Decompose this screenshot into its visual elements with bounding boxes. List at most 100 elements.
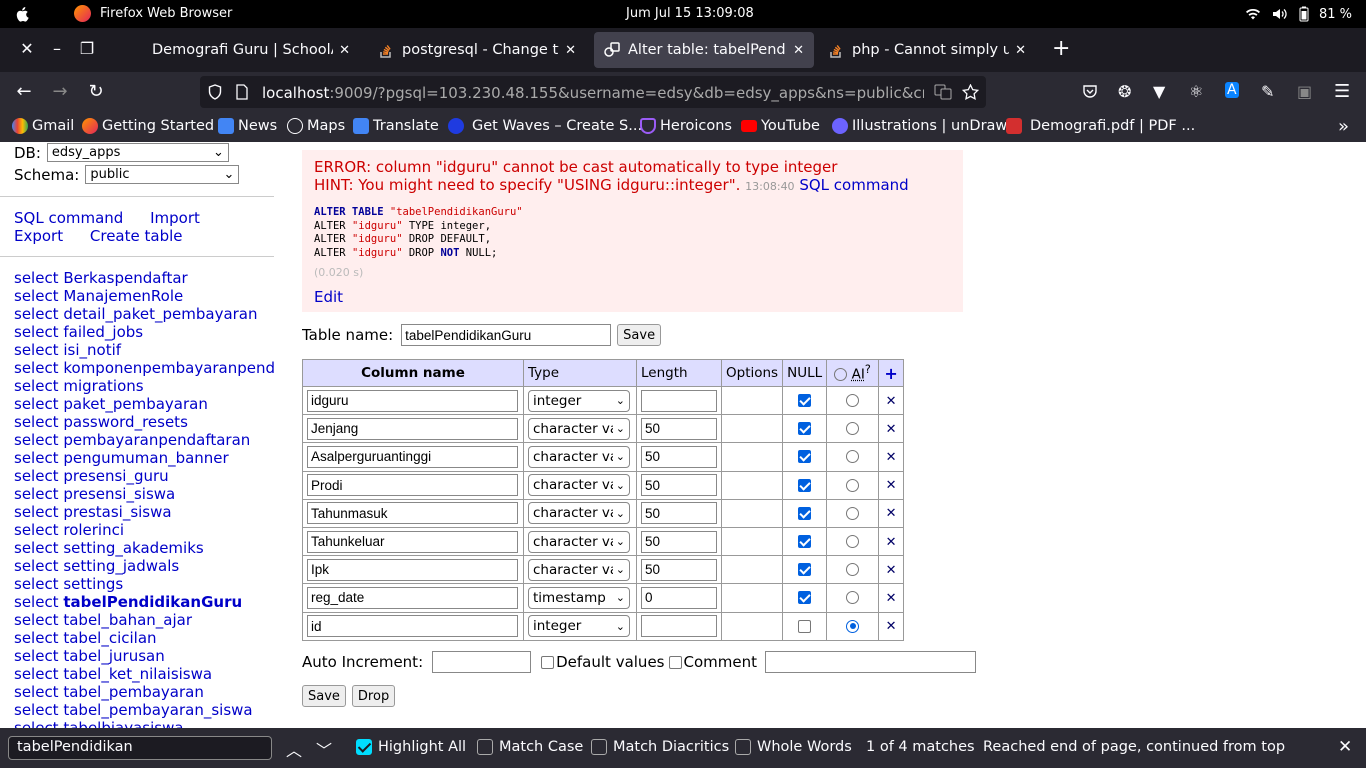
menu-icon[interactable]: ☰ [1334,81,1350,102]
translate-extension-icon[interactable]: A [1225,82,1239,98]
auto-increment-radio[interactable] [846,450,860,464]
type-select[interactable]: character var⌄ [528,558,630,581]
table-link[interactable]: ManajemenRole [63,287,183,305]
address-bar[interactable]: localhost:9009/?pgsql=103.230.48.155&use… [200,76,986,108]
edit-link[interactable]: Edit [314,288,343,306]
table-link[interactable]: Berkaspendaftar [63,269,187,287]
length-input[interactable] [641,502,717,525]
column-name-input[interactable] [307,530,518,553]
bookmark-gmail[interactable]: Gmail [12,118,74,134]
clock[interactable]: Jum Jul 15 13:09:08 [626,6,754,21]
select-link[interactable]: select [14,593,59,611]
comment-checkbox[interactable] [668,655,682,669]
whole-words-option[interactable]: Whole Words [735,739,852,755]
table-link[interactable]: presensi_siswa [63,485,175,503]
remove-column-icon[interactable]: ✕ [884,620,898,634]
table-link[interactable]: setting_jadwals [63,557,179,575]
sql-command-link[interactable]: SQL command [14,209,123,227]
add-column-icon[interactable]: + [884,364,897,383]
type-select[interactable]: integer ⌄ [528,615,630,638]
table-link[interactable]: paket_pembayaran [63,395,208,413]
shield-icon[interactable] [208,84,222,100]
save-button[interactable]: Save [302,685,346,707]
column-name-input[interactable] [307,502,518,525]
select-link[interactable]: select [14,359,59,377]
table-link[interactable]: tabelbiayasiswa [63,719,183,728]
table-link[interactable]: isi_notif [63,341,121,359]
match-diacritics-option[interactable]: Match Diacritics [591,739,729,755]
type-select[interactable]: character var⌄ [528,417,630,440]
disabled-extension-icon[interactable]: ▣ [1297,82,1312,101]
auto-increment-radio[interactable] [846,619,860,633]
select-link[interactable]: select [14,701,59,719]
save-table-name-button[interactable]: Save [617,324,662,346]
length-input[interactable] [641,445,717,468]
type-select[interactable]: integer ⌄ [528,389,630,412]
select-link[interactable]: select [14,485,59,503]
tab-php-cannot-simply-use[interactable]: php - Cannot simply use P ✕ [818,32,1036,68]
pocket-icon[interactable] [1082,84,1098,100]
table-link[interactable]: tabel_pembayaran [63,683,204,701]
column-name-input[interactable] [307,417,518,440]
length-input[interactable] [641,474,717,497]
restore-window-icon[interactable]: ❐ [78,40,96,58]
select-link[interactable]: select [14,323,59,341]
default-values-option[interactable]: Default values [541,653,665,671]
type-select[interactable]: timestamp ⌄ [528,586,630,609]
length-input[interactable] [641,558,717,581]
auto-increment-radio[interactable] [846,506,860,520]
type-select[interactable]: character var⌄ [528,502,630,525]
type-select[interactable]: character var⌄ [528,474,630,497]
color-picker-icon[interactable]: ✎ [1261,82,1274,101]
length-input[interactable] [641,615,717,638]
null-checkbox[interactable] [798,394,812,408]
bookmark-heroicons[interactable]: Heroicons [640,118,732,134]
tab-close-icon[interactable]: ✕ [793,43,804,58]
table-link[interactable]: presensi_guru [63,467,168,485]
minimize-window-icon[interactable]: – [48,40,66,58]
table-link[interactable]: tabel_ket_nilaisiswa [63,665,212,683]
bookmark-getting-started[interactable]: Getting Started [82,118,214,134]
translate-page-icon[interactable] [934,84,952,100]
page-icon[interactable] [236,84,248,100]
forward-icon[interactable]: → [50,82,70,102]
select-link[interactable]: select [14,305,59,323]
select-link[interactable]: select [14,341,59,359]
auto-increment-radio[interactable] [846,591,860,605]
select-link[interactable]: select [14,629,59,647]
select-link[interactable]: select [14,611,59,629]
wifi-icon[interactable] [1245,7,1261,21]
length-input[interactable] [641,417,717,440]
apple-logo-icon[interactable] [14,5,32,23]
remove-column-icon[interactable]: ✕ [884,422,898,437]
auto-increment-radio[interactable] [846,422,860,436]
table-link[interactable]: tabelPendidikanGuru [63,593,242,611]
extension-icon[interactable]: ❂ [1118,82,1131,101]
select-link[interactable]: select [14,503,59,521]
table-link[interactable]: tabel_pembayaran_siswa [63,701,252,719]
more-bookmarks-icon[interactable]: » [1338,116,1349,137]
battery-icon[interactable] [1299,6,1309,22]
select-link[interactable]: select [14,269,59,287]
tab-alter-table[interactable]: Alter table: tabelPendidik ✕ [594,32,814,68]
table-link[interactable]: migrations [63,377,143,395]
select-link[interactable]: select [14,413,59,431]
tab-postgresql-change-type[interactable]: postgresql - Change type ✕ [368,32,586,68]
remove-column-icon[interactable]: ✕ [884,394,898,409]
comment-option[interactable]: Comment [668,653,757,671]
highlight-all-option[interactable]: Highlight All [356,739,466,755]
table-link[interactable]: rolerinci [63,521,124,539]
column-name-input[interactable] [307,389,518,412]
remove-column-icon[interactable]: ✕ [884,563,898,578]
find-previous-icon[interactable]: ︿ [286,737,302,761]
select-link[interactable]: select [14,539,59,557]
match-case-checkbox[interactable] [477,739,493,755]
null-checkbox[interactable] [798,563,812,577]
find-next-icon[interactable]: ﹀ [316,737,332,761]
bookmark-translate[interactable]: Translate [353,118,439,134]
new-tab-icon[interactable]: + [1052,38,1070,60]
system-tray[interactable]: 81 % [1245,6,1352,22]
type-select[interactable]: character var⌄ [528,530,630,553]
column-name-input[interactable] [307,558,518,581]
select-link[interactable]: select [14,683,59,701]
